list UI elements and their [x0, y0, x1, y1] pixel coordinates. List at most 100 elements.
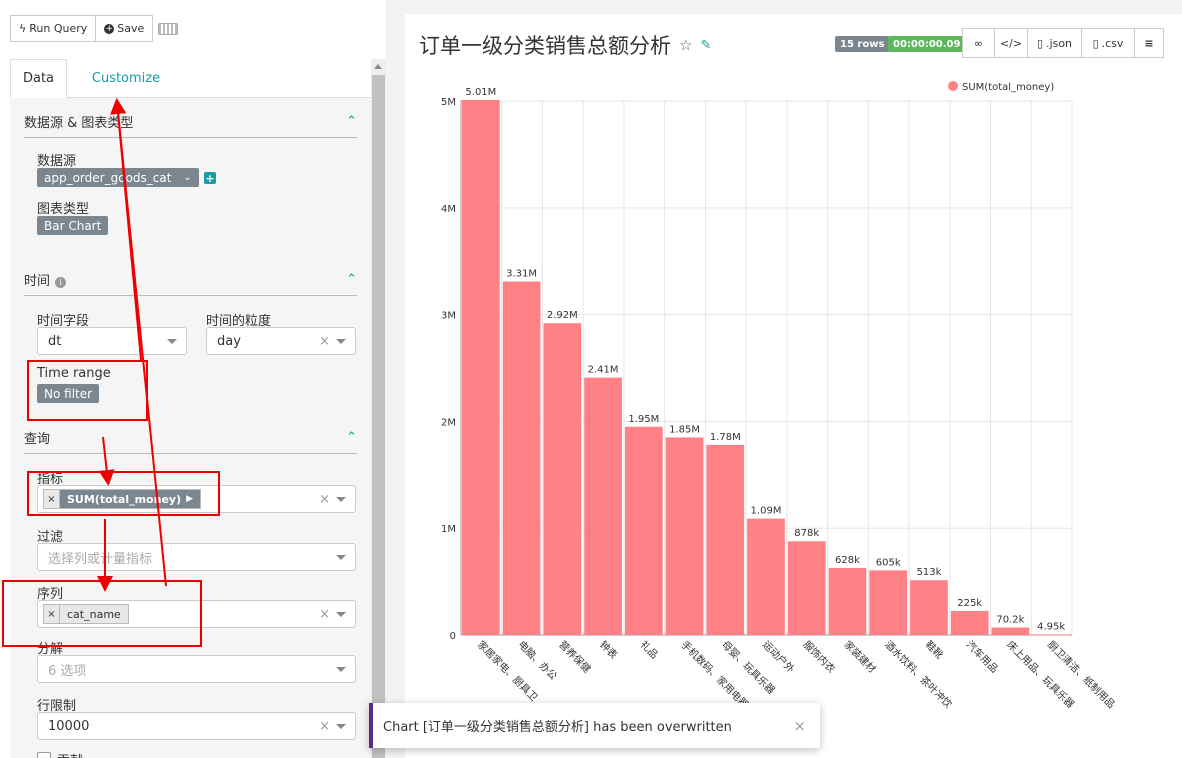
data-label: 2.41M [588, 365, 619, 376]
bar [624, 426, 663, 635]
add-datasource-icon[interactable]: + [204, 172, 216, 185]
data-label: 4.95k [1037, 621, 1065, 632]
chevron-up-icon[interactable]: ⌃ [346, 272, 357, 287]
scroll-up-icon[interactable] [374, 64, 382, 69]
datasource-label: 数据源 [37, 154, 77, 169]
annotation-box [27, 471, 220, 516]
chevron-up-icon[interactable]: ⌃ [346, 430, 357, 445]
data-label: 605k [876, 557, 901, 568]
data-label: 70.2k [996, 615, 1024, 626]
section-title: 时间 i [24, 270, 67, 289]
keyboard-icon[interactable] [158, 23, 179, 35]
bar [828, 567, 867, 635]
data-label: 1.85M [669, 424, 700, 435]
bar [665, 437, 704, 635]
caret-down-icon [336, 496, 346, 502]
x-tick-label: 礼品 [638, 638, 661, 661]
query-toolbar: ϟ Run Query + Save [10, 15, 179, 42]
bar [502, 281, 541, 635]
section-title: 数据源 & 图表类型 [24, 116, 134, 131]
caret-down-icon [167, 338, 177, 344]
y-tick-label: 2M [441, 417, 456, 428]
clear-icon[interactable]: × [319, 607, 330, 622]
save-label: Save [117, 22, 145, 35]
y-tick-label: 0 [450, 631, 456, 642]
section-title: 查询 [24, 432, 51, 447]
x-tick-label: 手机数码、家用电器 [678, 638, 751, 711]
data-label: 1.09M [751, 506, 782, 517]
bar [787, 541, 826, 635]
section-header-datasource[interactable]: 数据源 & 图表类型 ⌃ [24, 106, 357, 138]
caret-down-icon [336, 611, 346, 617]
scrollbar[interactable] [371, 59, 386, 758]
y-tick-label: 4M [441, 204, 456, 215]
bar [950, 610, 989, 635]
x-tick-label: 汽车用品 [964, 638, 1001, 675]
contribution-checkbox[interactable] [37, 752, 51, 758]
info-icon[interactable]: i [55, 277, 67, 288]
legend-label: SUM(total_money) [962, 82, 1054, 93]
close-icon[interactable]: × [793, 717, 806, 735]
bar [991, 627, 1030, 635]
toast-message: Chart [订单一级分类销售总额分析] has been overwritte… [383, 720, 732, 735]
x-tick-label: 鞋靴 [923, 638, 946, 661]
x-tick-label: 床上用品、玩具乐器 [1004, 638, 1077, 711]
bar [869, 570, 908, 635]
time-column-select[interactable]: dt [37, 327, 187, 355]
data-label: 513k [916, 567, 941, 578]
section-header-time[interactable]: 时间 i ⌃ [24, 264, 357, 296]
chart-type-label: 图表类型 [37, 202, 90, 217]
clear-icon[interactable]: × [319, 334, 330, 349]
tab-customize[interactable]: Customize [67, 59, 185, 98]
breakdowns-select[interactable]: 6 选项 [37, 655, 356, 683]
datasource-select[interactable]: app_order_goods_cat ⌄ [37, 168, 199, 187]
clear-icon[interactable]: × [319, 492, 330, 507]
filters-select[interactable]: 选择列或计量指标 [37, 543, 356, 571]
annotation-box [2, 580, 202, 647]
x-tick-label: 厨卫清洁、纸制用品 [1045, 638, 1118, 711]
caret-down-icon [336, 723, 346, 729]
x-tick-label: 电脑、办公 [515, 638, 560, 683]
chevron-up-icon[interactable]: ⌃ [346, 114, 357, 129]
clear-icon[interactable]: × [319, 719, 330, 734]
caret-down-icon [336, 338, 346, 344]
section-header-query[interactable]: 查询 ⌃ [24, 422, 357, 454]
y-tick-label: 3M [441, 311, 456, 322]
tab-data[interactable]: Data [10, 59, 67, 98]
data-label: 628k [835, 555, 860, 566]
caret-down-icon [336, 666, 346, 672]
save-button[interactable]: + Save [96, 15, 154, 42]
time-grain-select[interactable]: day × [206, 327, 356, 355]
x-tick-label: 服饰内衣 [801, 638, 838, 675]
data-label: 225k [957, 598, 982, 609]
run-query-button[interactable]: ϟ Run Query [10, 15, 97, 42]
bar [1032, 634, 1070, 636]
run-query-label: Run Query [29, 22, 88, 35]
x-tick-label: 钟表 [597, 638, 620, 661]
data-label: 1.95M [628, 414, 659, 425]
data-controls: 数据源 & 图表类型 ⌃ 数据源 app_order_goods_cat ⌄ +… [10, 98, 371, 758]
x-tick-label: 营养保健 [556, 638, 593, 675]
control-tabs: Data Customize [10, 59, 371, 98]
bar [910, 580, 948, 635]
chart-type-select[interactable]: Bar Chart [37, 216, 109, 235]
bar [462, 100, 500, 635]
bar [747, 518, 785, 635]
caret-down-icon [336, 554, 346, 560]
chart-pane: 订单一级分类销售总额分析 ☆ ✎ 15 rows 00:00:00.09 ∞ <… [405, 14, 1182, 758]
legend-marker [948, 81, 958, 91]
scrollbar-thumb[interactable] [372, 75, 385, 758]
data-label: 5.01M [465, 87, 496, 98]
bar [706, 444, 745, 635]
bolt-icon: ϟ [19, 22, 27, 35]
plus-circle-icon: + [104, 23, 115, 34]
data-label: 1.78M [710, 432, 741, 443]
chevron-down-icon: ⌄ [183, 172, 192, 183]
bar [543, 323, 582, 635]
data-label: 878k [794, 528, 819, 539]
row-limit-select[interactable]: 10000 × [37, 712, 356, 740]
contribution-label: 贡献 [57, 750, 83, 758]
notification-toast: Chart [订单一级分类销售总额分析] has been overwritte… [369, 703, 820, 748]
y-tick-label: 5M [441, 97, 456, 108]
x-tick-label: 运动户外 [760, 638, 797, 675]
